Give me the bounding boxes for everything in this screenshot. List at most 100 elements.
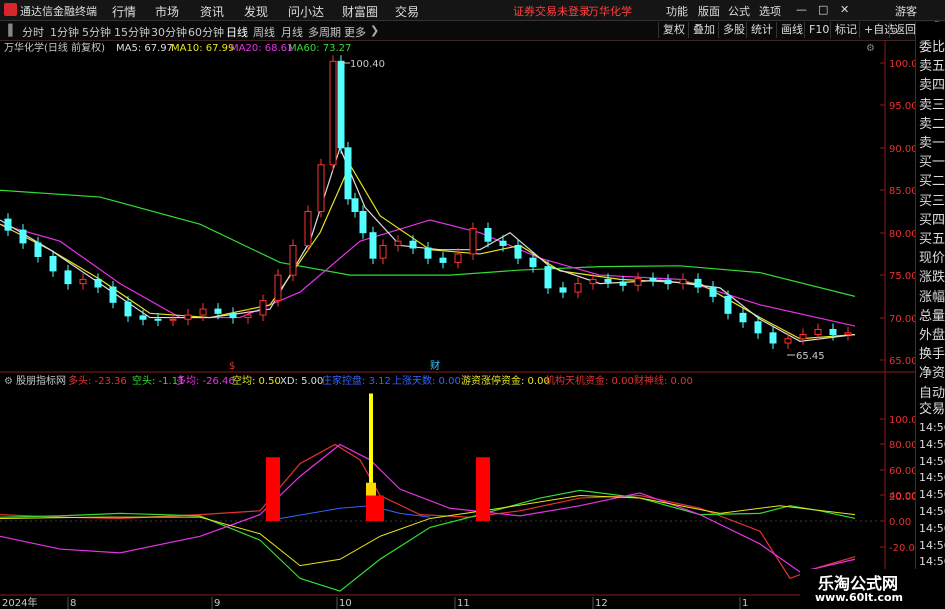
close-icon[interactable]: ✕ bbox=[840, 3, 849, 16]
candle-body bbox=[79, 278, 87, 285]
candle-body bbox=[754, 321, 762, 334]
quote-panel: 委比卖五卖四卖三卖二卖一买一买二买三买四买五现价涨跌涨幅总量外盘换手净资收益 bbox=[915, 22, 945, 427]
period-multi[interactable]: 多周期 bbox=[308, 24, 341, 40]
period-weekly[interactable]: 周线 bbox=[253, 24, 275, 40]
ma10-label: MA10: 67.99 bbox=[171, 43, 234, 54]
chevron-right-icon[interactable]: ❯ bbox=[370, 24, 379, 37]
x-tick: 12 bbox=[595, 598, 608, 609]
tongji-button[interactable]: 统计 bbox=[746, 22, 777, 38]
settings-icon[interactable]: ⚙ bbox=[866, 43, 875, 54]
menu-jiaoyi[interactable]: 交易 bbox=[395, 3, 419, 20]
tick-time: 14:56 bbox=[919, 555, 945, 569]
candle-body bbox=[94, 278, 102, 288]
toolbar-left-icon[interactable]: ▐ bbox=[4, 24, 12, 37]
candle-body bbox=[244, 314, 252, 319]
quote-label: 买三 bbox=[919, 193, 945, 209]
menu-shichang[interactable]: 市场 bbox=[155, 3, 179, 20]
candle-body bbox=[454, 253, 462, 263]
fuquan-button[interactable]: 复权 bbox=[658, 22, 689, 38]
menu-faxian[interactable]: 发现 bbox=[244, 3, 268, 20]
quote-label: 总量 bbox=[919, 308, 945, 324]
indicator-value: 财神线: 0.00 bbox=[634, 374, 693, 387]
capital-bar bbox=[266, 457, 280, 521]
short-avg-line bbox=[0, 494, 856, 567]
kline-chart-area[interactable]: 100.0 95.00 90.00 85.00 80.00 75.00 70.0… bbox=[0, 40, 945, 609]
indicator-value: 上涨天数: 0.00 bbox=[392, 374, 461, 387]
menu-gongshi[interactable]: 公式 bbox=[728, 3, 750, 19]
maximize-icon[interactable]: □ bbox=[818, 3, 828, 16]
quote-label: 买一 bbox=[919, 155, 945, 171]
candle-body bbox=[359, 211, 367, 234]
finance-marker[interactable]: 财 bbox=[430, 359, 440, 372]
long-avg-line bbox=[0, 443, 856, 573]
menu-wenxiaoda[interactable]: 问小达 bbox=[288, 3, 324, 20]
quote-label: 现价 bbox=[919, 251, 945, 267]
tick-time: 14:56 bbox=[919, 521, 945, 535]
y-tick: 75.00 bbox=[889, 271, 918, 282]
gear-icon[interactable]: ⚙ bbox=[4, 376, 13, 387]
duogu-button[interactable]: 多股 bbox=[718, 22, 749, 38]
menu-xuanxiang[interactable]: 选项 bbox=[759, 3, 781, 19]
event-marker[interactable]: $ bbox=[229, 361, 235, 372]
tick-time: 14:56 bbox=[919, 538, 945, 552]
watermark: 乐淘公式网 www.60lt.com bbox=[800, 569, 945, 609]
ma5-label: MA5: 67.97 bbox=[116, 43, 173, 54]
indicator-values: 多头: -23.36 空头: -1.11多均: -26.46空均: 0.50 XD:… bbox=[68, 374, 693, 387]
period-more[interactable]: 更多 bbox=[344, 24, 366, 40]
y-tick: 80.00 bbox=[889, 229, 918, 240]
x-tick: 11 bbox=[457, 598, 470, 609]
candle-body bbox=[289, 244, 297, 276]
huaxian-button[interactable]: 画线 bbox=[776, 22, 807, 38]
period-daily[interactable]: 日线 bbox=[226, 24, 248, 40]
auto-trade-label[interactable]: 自动 bbox=[919, 386, 945, 402]
candle-body bbox=[634, 278, 642, 286]
candle-body bbox=[739, 312, 747, 323]
candle-body bbox=[844, 332, 852, 336]
candle-body bbox=[499, 240, 507, 246]
period-30min[interactable]: 30分钟 bbox=[151, 24, 187, 40]
candle-body bbox=[139, 315, 147, 320]
candle-body bbox=[369, 232, 377, 259]
candle-body bbox=[34, 242, 42, 257]
shorts-line bbox=[0, 489, 856, 592]
y-tick: 100.0 bbox=[889, 59, 918, 70]
auto-trade-label[interactable]: 交易 bbox=[919, 402, 945, 418]
diejia-button[interactable]: 叠加 bbox=[688, 22, 719, 38]
period-5min[interactable]: 5分钟 bbox=[82, 24, 111, 40]
menu-hangqing[interactable]: 行情 bbox=[112, 3, 136, 20]
user-label[interactable]: 游客 bbox=[895, 3, 917, 19]
f10-button[interactable]: F10 bbox=[804, 22, 833, 38]
candle-body bbox=[424, 247, 432, 259]
period-60min[interactable]: 60分钟 bbox=[188, 24, 224, 40]
period-monthly[interactable]: 月线 bbox=[281, 24, 303, 40]
quote-label: 涨幅 bbox=[919, 289, 945, 305]
quote-label: 买二 bbox=[919, 174, 945, 190]
menu-banmian[interactable]: 版面 bbox=[698, 3, 720, 19]
menu-zixun[interactable]: 资讯 bbox=[200, 3, 224, 20]
x-tick: 1 bbox=[742, 598, 748, 609]
candle-body bbox=[604, 278, 612, 283]
login-notice[interactable]: 证券交易未登录 bbox=[513, 3, 590, 19]
menu-bar: 通达信金融终端 行情 市场 资讯 发现 问小达 财富圈 交易 证券交易未登录 万… bbox=[0, 0, 945, 21]
quote-label: 卖二 bbox=[919, 116, 945, 132]
watermark-url: www.60lt.com bbox=[815, 591, 904, 604]
tick-time: 14:56 bbox=[919, 471, 945, 485]
minimize-icon[interactable]: — bbox=[796, 3, 807, 16]
candle-body bbox=[19, 229, 27, 244]
capital-bar bbox=[366, 495, 384, 521]
candle-body bbox=[709, 286, 717, 297]
candle-body bbox=[379, 244, 387, 259]
candle-body bbox=[619, 281, 627, 286]
tick-time: 14:56 bbox=[919, 505, 945, 518]
period-fenshi[interactable]: 分时 bbox=[22, 24, 44, 40]
period-15min[interactable]: 15分钟 bbox=[114, 24, 150, 40]
tick-time: 14:56 bbox=[919, 421, 945, 434]
candle-body bbox=[394, 240, 402, 246]
biaoji-button[interactable]: 标记 bbox=[830, 22, 861, 38]
menu-caifuquan[interactable]: 财富圈 bbox=[342, 3, 378, 20]
menu-gongneng[interactable]: 功能 bbox=[666, 3, 688, 19]
candle-body bbox=[184, 314, 192, 320]
quote-label: 卖四 bbox=[919, 78, 945, 94]
period-1min[interactable]: 1分钟 bbox=[50, 24, 79, 40]
candle-body bbox=[799, 334, 807, 340]
